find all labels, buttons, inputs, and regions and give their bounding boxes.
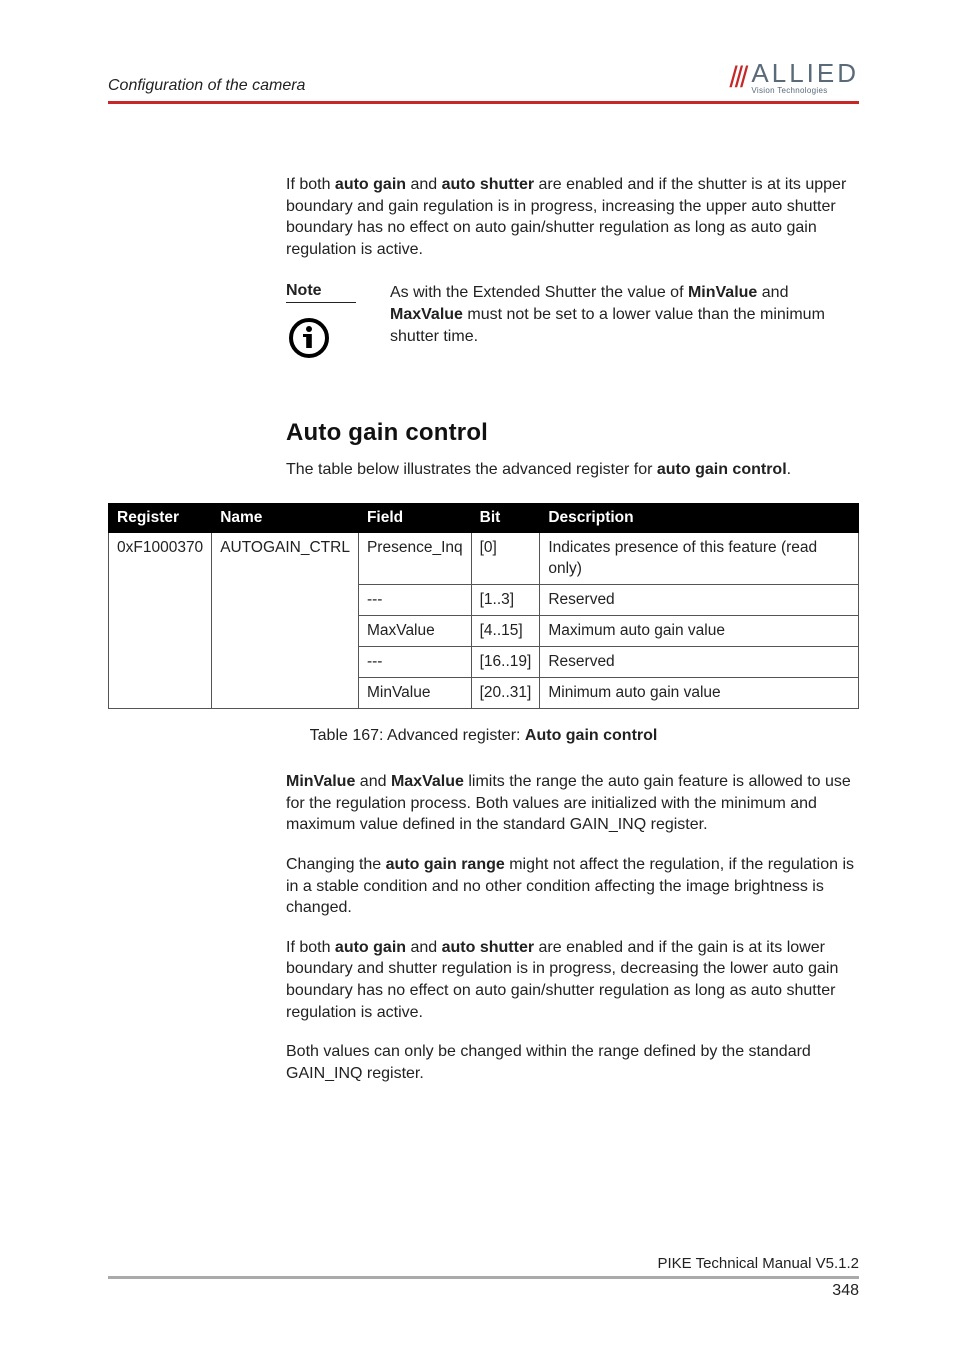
table-header-row: Register Name Field Bit Description xyxy=(109,504,859,533)
col-bit: Bit xyxy=(471,504,540,533)
caption-bold: Auto gain control xyxy=(525,727,657,744)
cell-bit: [20..31] xyxy=(471,678,540,709)
bold-autogain: auto gain xyxy=(335,939,406,956)
intro-paragraph: If both auto gain and auto shutter are e… xyxy=(286,174,859,260)
page-header: Configuration of the camera /// ALLIED V… xyxy=(108,60,859,95)
text-fragment: and xyxy=(757,284,788,301)
note-body: As with the Extended Shutter the value o… xyxy=(390,282,859,359)
text-fragment: and xyxy=(406,176,442,193)
header-divider xyxy=(108,101,859,104)
logo-sub-text: Vision Technologies xyxy=(751,87,859,95)
register-table: Register Name Field Bit Description 0xF1… xyxy=(108,503,859,709)
table-row: 0xF1000370 AUTOGAIN_CTRL Presence_Inq [0… xyxy=(109,533,859,584)
cell-bit: [4..15] xyxy=(471,615,540,646)
cell-bit: [0] xyxy=(471,533,540,584)
logo-main-text: ALLIED xyxy=(751,60,859,86)
cell-desc: Indicates presence of this feature (read… xyxy=(540,533,859,584)
text-fragment: If both xyxy=(286,939,335,956)
text-fragment: The table below illustrates the advanced… xyxy=(286,461,657,478)
body-paragraph: Both values can only be changed within t… xyxy=(286,1041,859,1084)
text-fragment: and xyxy=(406,939,442,956)
footer-doc-title: PIKE Technical Manual V5.1.2 xyxy=(108,1255,859,1272)
page-number: 348 xyxy=(108,1282,859,1300)
brand-logo: /// ALLIED Vision Technologies xyxy=(729,60,859,95)
text-fragment: As with the Extended Shutter the value o… xyxy=(390,284,688,301)
cell-bit: [16..19] xyxy=(471,646,540,677)
body-paragraph: If both auto gain and auto shutter are e… xyxy=(286,937,859,1023)
bold-minvalue: MinValue xyxy=(688,284,757,301)
cell-register: 0xF1000370 xyxy=(109,533,212,709)
info-icon xyxy=(288,317,330,359)
cell-field: Presence_Inq xyxy=(358,533,471,584)
text-fragment: . xyxy=(787,461,791,478)
cell-desc: Maximum auto gain value xyxy=(540,615,859,646)
section-intro: The table below illustrates the advanced… xyxy=(286,461,859,479)
bold-autoshutter: auto shutter xyxy=(442,939,534,956)
cell-field: MaxValue xyxy=(358,615,471,646)
bold-autogaincontrol: auto gain control xyxy=(657,461,787,478)
text-fragment: Table 167: Advanced register: xyxy=(310,727,525,744)
cell-field: MinValue xyxy=(358,678,471,709)
header-title: Configuration of the camera xyxy=(108,77,305,95)
col-name: Name xyxy=(212,504,359,533)
cell-desc: Reserved xyxy=(540,584,859,615)
bold-autogain: auto gain xyxy=(335,176,406,193)
bold-autoshutter: auto shutter xyxy=(442,176,534,193)
note-label: Note xyxy=(286,282,356,303)
cell-field: --- xyxy=(358,584,471,615)
logo-slashes-icon: /// xyxy=(729,63,745,93)
bold-autogainrange: auto gain range xyxy=(386,856,505,873)
col-description: Description xyxy=(540,504,859,533)
footer-divider xyxy=(108,1276,859,1279)
cell-desc: Reserved xyxy=(540,646,859,677)
bold-minvalue: MinValue xyxy=(286,773,355,790)
table-caption: Table 167: Advanced register: Auto gain … xyxy=(108,727,859,745)
col-register: Register xyxy=(109,504,212,533)
cell-bit: [1..3] xyxy=(471,584,540,615)
body-paragraph: Changing the auto gain range might not a… xyxy=(286,854,859,919)
cell-desc: Minimum auto gain value xyxy=(540,678,859,709)
bold-maxvalue: MaxValue xyxy=(391,773,464,790)
text-fragment: Changing the xyxy=(286,856,386,873)
cell-field: --- xyxy=(358,646,471,677)
cell-name: AUTOGAIN_CTRL xyxy=(212,533,359,709)
body-paragraph: MinValue and MaxValue limits the range t… xyxy=(286,771,859,836)
bold-maxvalue: MaxValue xyxy=(390,306,463,323)
col-field: Field xyxy=(358,504,471,533)
section-heading: Auto gain control xyxy=(286,419,859,447)
page-footer: PIKE Technical Manual V5.1.2 348 xyxy=(108,1255,859,1300)
text-fragment: and xyxy=(355,773,391,790)
text-fragment: If both xyxy=(286,176,335,193)
note-block: Note As with the Extended Shutter the va… xyxy=(286,282,859,359)
